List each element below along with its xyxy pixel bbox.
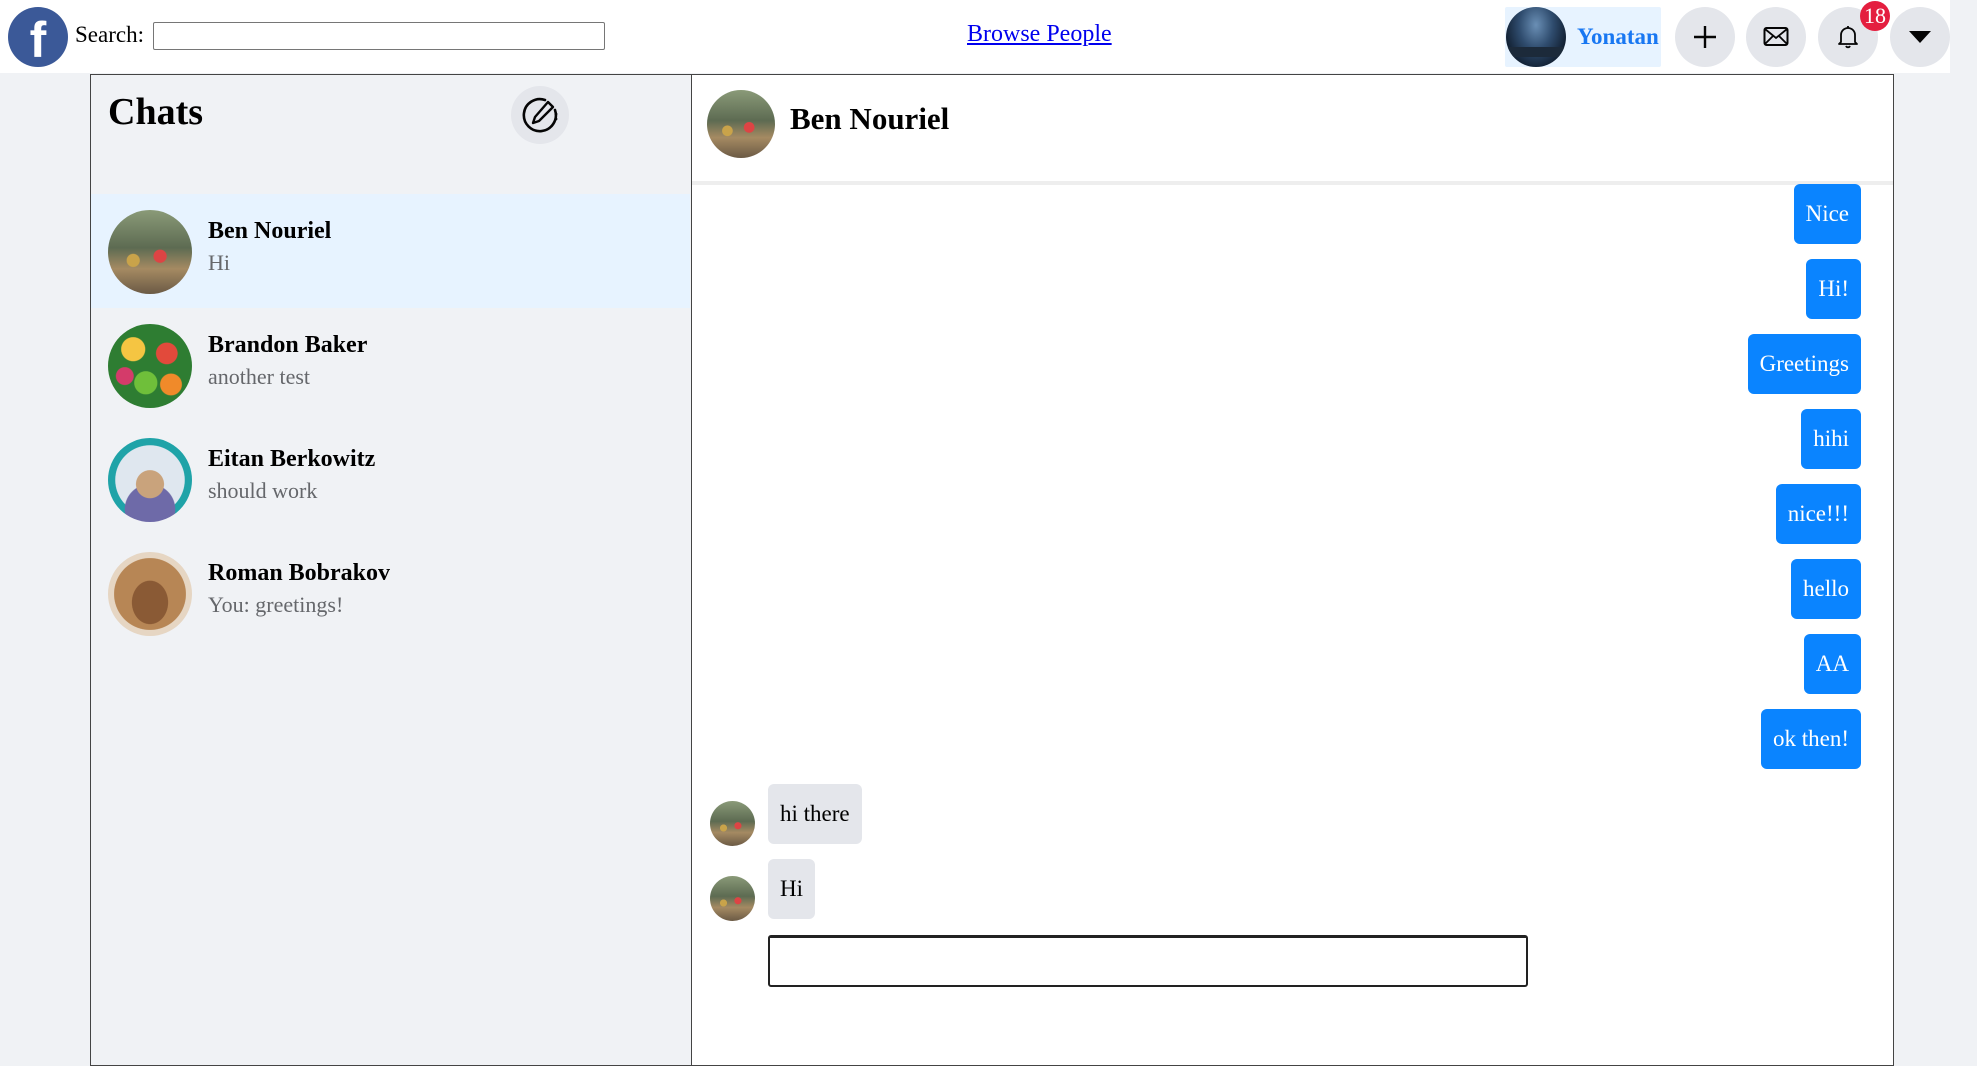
chat-preview: You: greetings! <box>208 592 344 617</box>
avatar <box>108 552 192 636</box>
avatar <box>1506 7 1566 67</box>
message-incoming: hi there <box>768 784 862 844</box>
chat-list-panel: Chats Ben Nouriel Hi Brandon Baker anoth… <box>90 74 691 1066</box>
message-input[interactable] <box>768 935 1528 987</box>
create-button[interactable] <box>1675 7 1735 67</box>
profile-button[interactable]: Yonatan <box>1505 7 1661 67</box>
avatar <box>710 876 755 921</box>
chat-preview: should work <box>208 478 318 503</box>
bell-icon <box>1838 26 1858 49</box>
edit-pen-icon <box>522 97 558 133</box>
message-outgoing: hello <box>1791 559 1861 619</box>
notification-count-badge: 18 <box>1860 1 1890 31</box>
new-message-button[interactable] <box>511 86 569 144</box>
message-incoming: Hi <box>768 859 815 919</box>
conversation-header: Ben Nouriel <box>692 75 1893 185</box>
conversation-panel: Ben Nouriel Nice Hi! Greetings hihi nice… <box>691 74 1894 1066</box>
message-outgoing: Nice <box>1793 184 1861 244</box>
chat-item-eitan-berkowitz[interactable]: Eitan Berkowitz should work <box>91 422 690 536</box>
chat-name: Roman Bobrakov <box>208 560 391 586</box>
avatar <box>707 90 775 158</box>
chats-title: Chats <box>108 91 204 133</box>
avatar <box>108 438 192 522</box>
avatar <box>108 324 192 408</box>
top-navigation-bar: f Search: Browse People Yonatan 18 <box>0 0 1950 73</box>
search-input[interactable] <box>153 22 605 50</box>
message-outgoing: nice!!! <box>1775 484 1861 544</box>
message-outgoing: Hi! <box>1806 259 1861 319</box>
chat-item-brandon-baker[interactable]: Brandon Baker another test <box>91 308 690 422</box>
facebook-logo-icon[interactable]: f <box>8 7 68 67</box>
account-menu-button[interactable] <box>1890 7 1950 67</box>
chat-item-roman-bobrakov[interactable]: Roman Bobrakov You: greetings! <box>91 536 690 650</box>
avatar <box>108 210 192 294</box>
chat-name: Eitan Berkowitz <box>208 446 376 472</box>
message-outgoing: Greetings <box>1747 334 1861 394</box>
profile-name: Yonatan <box>1577 24 1659 49</box>
caret-down-icon <box>1909 31 1931 43</box>
chat-item-ben-nouriel[interactable]: Ben Nouriel Hi <box>91 194 690 308</box>
avatar <box>710 801 755 846</box>
messages-button[interactable] <box>1746 7 1806 67</box>
chat-preview: another test <box>208 364 311 389</box>
envelope-icon <box>1763 27 1789 46</box>
search-label: Search: <box>75 22 144 47</box>
chat-preview: Hi <box>208 250 230 275</box>
conversation-contact-name: Ben Nouriel <box>790 101 950 136</box>
message-outgoing: hihi <box>1801 409 1861 469</box>
chat-name: Ben Nouriel <box>208 218 332 244</box>
message-outgoing: AA <box>1803 634 1861 694</box>
browse-people-link[interactable]: Browse People <box>967 21 1112 48</box>
chat-name: Brandon Baker <box>208 332 368 358</box>
message-outgoing: ok then! <box>1760 709 1861 769</box>
plus-icon <box>1694 26 1716 48</box>
